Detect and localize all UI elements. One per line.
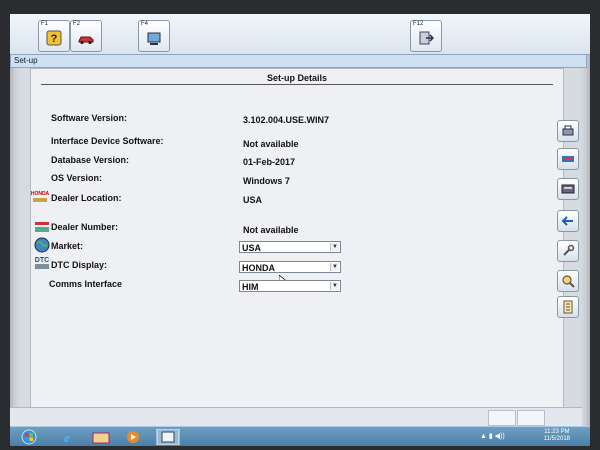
search-icon xyxy=(562,275,575,288)
start-button-icon[interactable] xyxy=(18,429,40,445)
dealer-location-label: Dealer Location: xyxy=(51,193,122,203)
dtc-icon: DTC xyxy=(35,257,49,269)
window-title: Set-up xyxy=(10,54,587,68)
chevron-down-icon: ▼ xyxy=(330,243,339,251)
os-version-label: OS Version: xyxy=(51,173,103,183)
clock-time: 11:23 PM xyxy=(544,429,570,435)
screen: F1 ? F2 F4 F12 Set-up Set-up Details Sof… xyxy=(10,14,590,446)
device-button[interactable] xyxy=(557,178,579,200)
car-icon xyxy=(78,36,94,45)
f2-label: F2 xyxy=(73,21,81,27)
device-icon xyxy=(561,184,575,194)
back-button[interactable] xyxy=(557,210,579,232)
market-label: Market: xyxy=(51,241,84,251)
connect-button[interactable] xyxy=(557,148,579,170)
search-button[interactable] xyxy=(557,270,579,292)
folder-icon[interactable] xyxy=(90,429,112,445)
f1-help-button[interactable]: F1 ? xyxy=(38,20,70,52)
document-icon xyxy=(563,300,573,314)
software-version-label: Software Version: xyxy=(51,113,128,123)
connection-icon xyxy=(562,156,574,162)
printer-icon xyxy=(562,125,574,136)
f4-label: F4 xyxy=(141,21,149,27)
dtc-display-select[interactable]: HONDA ▼ xyxy=(239,261,341,273)
system-clock[interactable]: 11:23 PM 11/5/2018 xyxy=(544,429,570,443)
arrow-left-icon xyxy=(561,216,573,226)
bottom-button-2[interactable] xyxy=(517,410,545,426)
settings-button[interactable] xyxy=(557,240,579,262)
os-version-value: Windows 7 xyxy=(243,176,290,186)
f12-label: F12 xyxy=(413,21,424,27)
tray-icons[interactable]: ▲ ▮ ◀)) xyxy=(480,432,505,440)
svg-text:DTC: DTC xyxy=(35,257,49,264)
comms-interface-label: Comms Interface xyxy=(49,279,123,289)
svg-text:?: ? xyxy=(51,33,58,45)
function-key-toolbar: F1 ? F2 F4 F12 xyxy=(10,14,590,55)
diagnostic-app-taskbar-icon[interactable] xyxy=(156,429,180,445)
exit-icon xyxy=(419,31,434,45)
database-version-value: 01-Feb-2017 xyxy=(243,157,296,167)
market-selected: USA xyxy=(242,243,262,253)
chevron-down-icon: ▼ xyxy=(330,263,339,271)
setup-details-panel: Set-up Details Software Version: 3.102.0… xyxy=(30,68,564,408)
svg-text:e: e xyxy=(64,430,70,445)
software-version-value: 3.102.004.USE.WIN7 xyxy=(243,115,330,125)
interface-software-value: Not available xyxy=(243,139,299,149)
f2-vehicle-button[interactable]: F2 xyxy=(70,20,102,52)
dealer-number-value: Not available xyxy=(243,225,299,235)
interface-software-label: Interface Device Software: xyxy=(51,136,164,146)
windows-taskbar: e ▲ ▮ ◀)) 11:23 PM 11/5/2018 xyxy=(10,426,590,446)
chevron-down-icon: ▼ xyxy=(330,282,339,290)
f4-tool-button[interactable]: F4 xyxy=(138,20,170,52)
market-select[interactable]: USA ▼ xyxy=(239,241,341,253)
clock-date: 11/5/2018 xyxy=(543,436,570,442)
internet-explorer-icon[interactable]: e xyxy=(56,429,78,445)
document-button[interactable] xyxy=(557,296,579,318)
dealer-number-label: Dealer Number: xyxy=(51,222,119,232)
media-player-icon[interactable] xyxy=(122,429,144,445)
dtc-display-selected: HONDA xyxy=(242,263,275,273)
f1-label: F1 xyxy=(41,21,49,27)
bottom-button-bar xyxy=(10,407,582,428)
print-button[interactable] xyxy=(557,120,579,142)
globe-icon xyxy=(34,237,50,253)
dtc-display-label: DTC Display: xyxy=(51,260,108,270)
svg-text:HONDA: HONDA xyxy=(31,191,49,197)
dealer-location-value: USA xyxy=(243,195,263,205)
wrench-icon xyxy=(563,244,575,256)
honda-logo-icon: HONDA xyxy=(31,191,49,202)
tool-icon xyxy=(147,32,161,45)
bottom-button-1[interactable] xyxy=(488,410,516,426)
comms-interface-select[interactable]: HIM ▼ xyxy=(239,280,341,292)
help-icon: ? xyxy=(46,30,62,46)
comms-interface-selected: HIM xyxy=(242,282,259,292)
f12-exit-button[interactable]: F12 xyxy=(410,20,442,52)
database-version-label: Database Version: xyxy=(51,155,130,165)
section-heading: Set-up Details xyxy=(41,72,553,85)
dealer-icon xyxy=(35,222,49,232)
